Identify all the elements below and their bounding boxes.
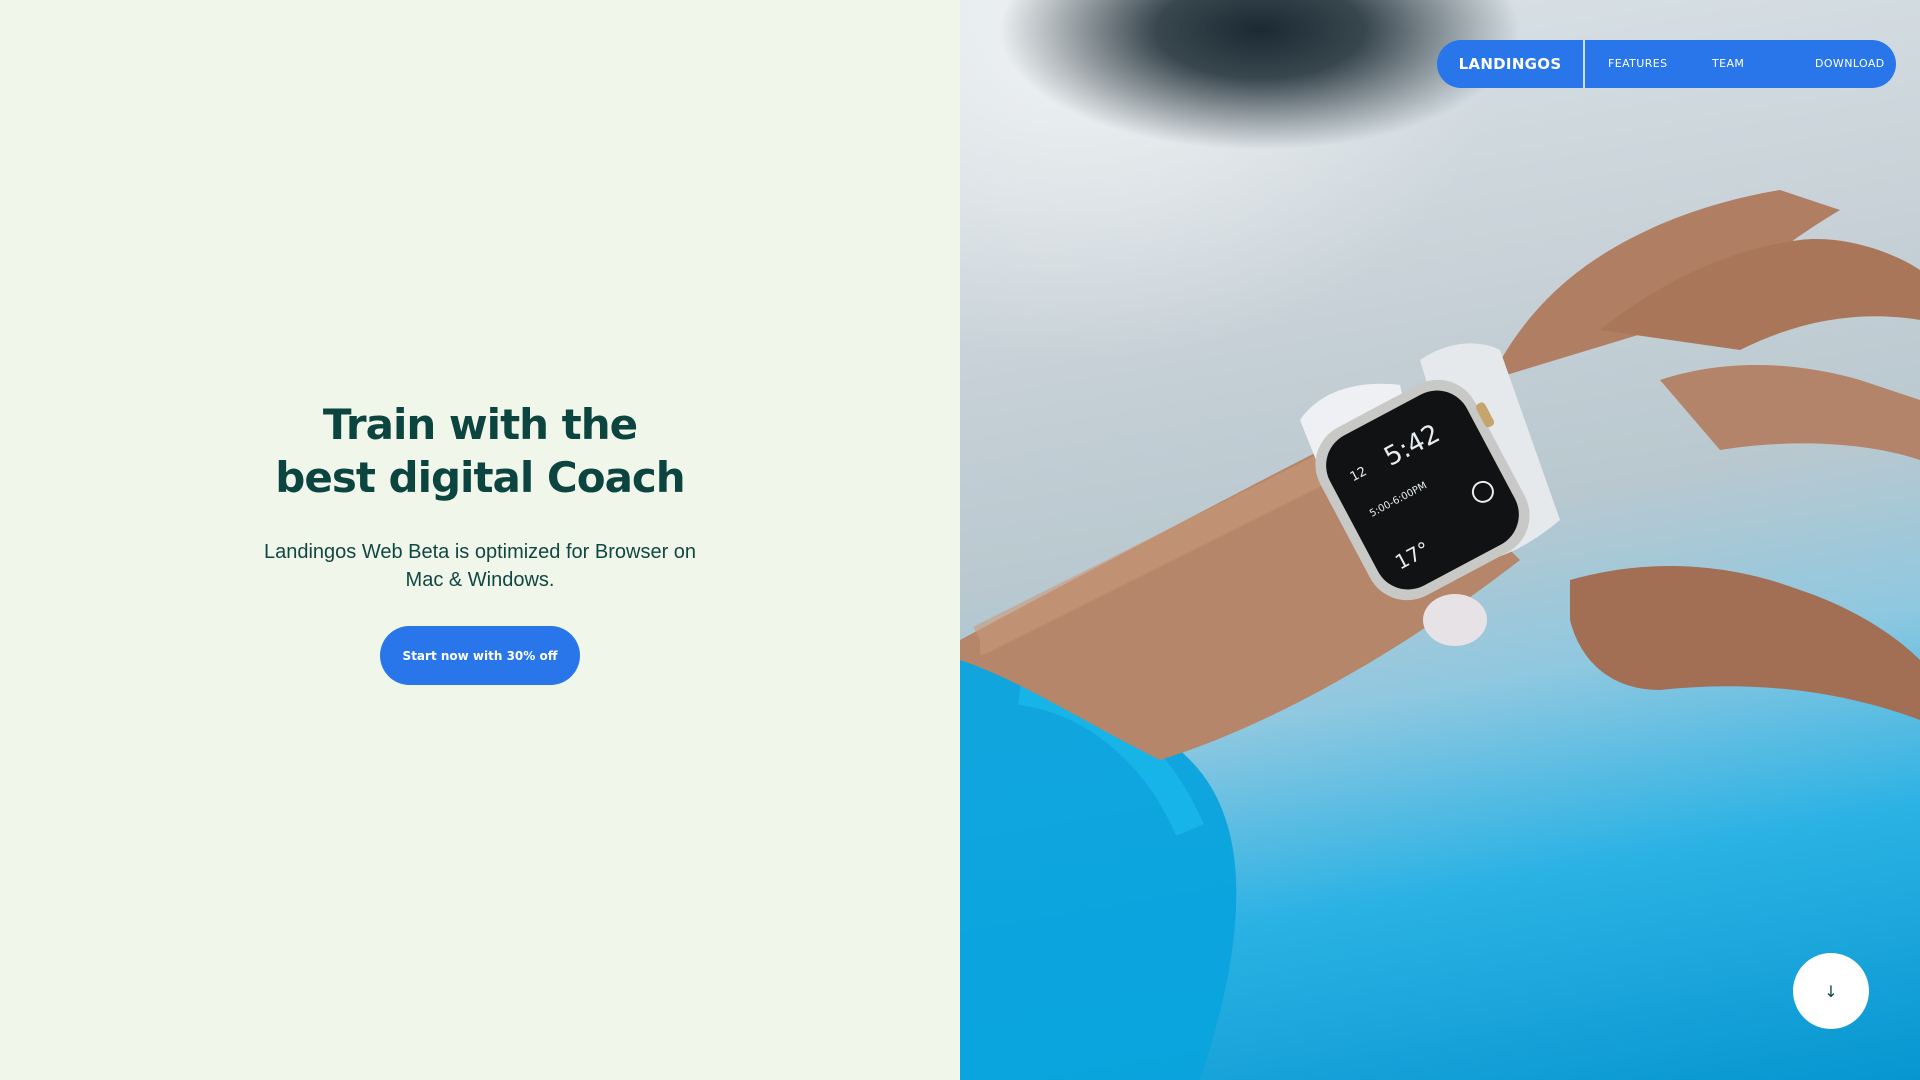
hero-title-line-1: Train with the — [322, 400, 638, 449]
hero-title-line-2: best digital Coach — [275, 453, 685, 502]
hero-panel: Train with the best digital Coach Landin… — [0, 0, 960, 1080]
hero-content: Train with the best digital Coach Landin… — [0, 398, 960, 685]
scroll-down-button[interactable]: ↓ — [1793, 953, 1869, 1029]
nav-link-team[interactable]: TEAM — [1712, 57, 1744, 70]
hero-subtitle: Landingos Web Beta is optimized for Brow… — [263, 541, 697, 591]
top-nav: LANDINGOS FEATURES TEAM DOWNLOAD — [1437, 40, 1896, 88]
nav-link-features[interactable]: FEATURES — [1608, 57, 1668, 70]
nav-link-download[interactable]: DOWNLOAD — [1815, 57, 1885, 70]
hero-title: Train with the best digital Coach — [0, 398, 960, 504]
start-now-button[interactable]: Start now with 30% off — [380, 626, 580, 685]
hero-photo: 12 5:42 5:00-6:00PM 17° — [960, 0, 1920, 1080]
arrow-down-icon: ↓ — [1824, 981, 1838, 1001]
brand-logo[interactable]: LANDINGOS — [1437, 40, 1585, 88]
landing-page: Train with the best digital Coach Landin… — [0, 0, 1920, 1080]
smartwatch-photo: 12 5:42 5:00-6:00PM 17° — [960, 190, 1920, 1080]
